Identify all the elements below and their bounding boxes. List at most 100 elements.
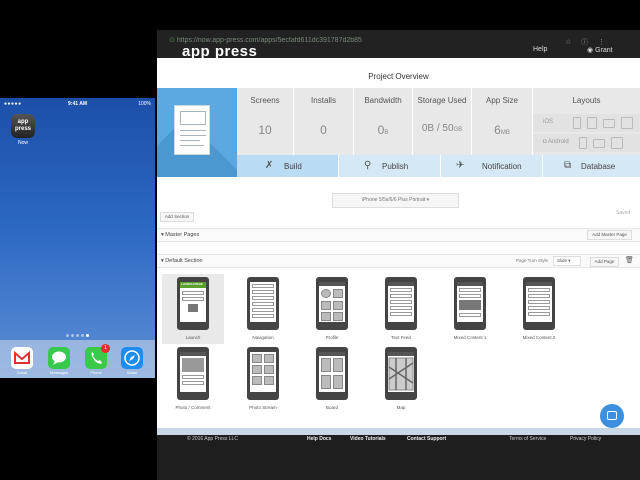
wrench-icon: ✗ <box>265 160 274 171</box>
tab-notification[interactable]: ✈ Notification <box>441 155 542 177</box>
dock-label-safari: Safari <box>126 370 138 375</box>
saved-indicator: Saved <box>616 210 631 216</box>
phone-badge: 1 <box>101 344 110 353</box>
tab-label: Database <box>581 162 616 171</box>
privacy-link[interactable]: Privacy Policy <box>570 436 601 442</box>
stat-label: Storage Used <box>417 96 467 105</box>
screen-card-mixed-content-1[interactable]: Mixed Content 1 <box>439 274 501 344</box>
dock-label-messages: Messages <box>49 370 69 375</box>
stat-value: 0B <box>377 123 389 137</box>
copyright: © 2016 App Press LLC <box>187 436 238 442</box>
help-link[interactable]: Help <box>533 46 547 53</box>
layouts-label: Layouts <box>572 96 601 105</box>
avatar: ◉ <box>587 47 596 54</box>
section-name: ▾ Default Section <box>161 258 203 264</box>
screen-card-board[interactable]: Board <box>301 344 363 414</box>
terms-link[interactable]: Terms of Service <box>509 436 546 442</box>
tab-label: Build <box>284 162 302 171</box>
screen-caption: Photo Stream <box>249 405 277 410</box>
apple-icon: iOS <box>543 119 554 125</box>
user-menu[interactable]: ◉ Grant <box>587 46 613 54</box>
stat-value: 6MB <box>494 123 510 137</box>
stat-screens: Screens 10 <box>237 88 293 155</box>
stat-label: App Size <box>485 96 519 105</box>
stat-value: 0 <box>320 123 327 137</box>
stat-storage-used: Storage Used 0B / 50GB <box>413 88 471 155</box>
trash-icon[interactable]: 🗑 <box>625 256 634 264</box>
database-icon: ⧉ <box>564 160 572 171</box>
tab-build[interactable]: ✗ Build <box>237 155 338 177</box>
screen-card-launch[interactable]: LAUNCH PAGE Launch <box>162 274 224 344</box>
page-turn-label: Page Turn Style <box>516 258 549 263</box>
gmail-icon[interactable] <box>11 347 33 369</box>
battery-indicator: 100% <box>138 101 151 107</box>
screen-caption: Mixed Content 2 <box>522 335 556 340</box>
paper-plane-icon: ✈ <box>456 160 465 171</box>
app-press-app-icon[interactable]: app press <box>11 114 35 138</box>
screen-caption: Launch <box>185 335 201 340</box>
layout-row-android[interactable]: ◘ Android <box>533 134 640 152</box>
satellite-icon: ⚲ <box>364 160 372 171</box>
dock-label-phone: Phone <box>90 370 102 375</box>
screen-card-navigation[interactable]: Navigation <box>232 274 294 344</box>
screen-caption: Photo / Comment <box>175 405 211 410</box>
tab-publish[interactable]: ⚲ Publish <box>339 155 440 177</box>
screen-card-photo-comment[interactable]: Photo / Comment <box>162 344 224 414</box>
screen-caption: Mixed Content 1 <box>453 335 487 340</box>
stat-value: 10 <box>258 123 272 137</box>
add-page-button[interactable]: Add Page <box>590 257 619 267</box>
project-thumbnail <box>157 88 237 177</box>
default-section-bar[interactable]: ▾ Default Section Page Turn Style Slide … <box>157 254 640 268</box>
layouts-panel: Layouts iOS ◘ Android <box>533 88 640 155</box>
tab-label: Publish <box>382 162 409 171</box>
screen-card-mixed-content-2[interactable]: Mixed Content 2 <box>508 274 570 344</box>
screen-caption: Text Feed <box>391 335 411 340</box>
messages-icon[interactable] <box>48 347 70 369</box>
stat-label: Installs <box>311 96 336 105</box>
section-name: ▾ Master Pages <box>161 232 200 238</box>
help-docs-link[interactable]: Help Docs <box>307 436 331 442</box>
stat-label: Screens <box>250 96 280 105</box>
contact-support-link[interactable]: Contact Support <box>407 436 446 442</box>
page-indicator <box>0 334 155 337</box>
app-icon-text: app press <box>14 119 31 132</box>
device-select[interactable]: iPhone 5/5s/6/6 Plus Portrait ▾ <box>332 193 459 208</box>
page-turn-select[interactable]: Slide ▾ <box>553 256 581 266</box>
iphone-simulator: ●●●●● 9:41 AM 100% app press Now Gmail M… <box>0 98 155 378</box>
screen-caption: Map <box>396 405 406 410</box>
dock-label-gmail: Gmail <box>16 370 28 375</box>
master-pages-bar[interactable]: ▾ Master Pages Add Master Page <box>157 228 640 242</box>
stat-installs: Installs 0 <box>294 88 353 155</box>
chat-button[interactable] <box>600 404 624 428</box>
phone-icon[interactable]: 1 <box>85 344 110 369</box>
screen-caption: Profile <box>325 335 339 340</box>
document-icon <box>174 105 210 155</box>
safari-icon[interactable] <box>121 347 143 369</box>
stat-value: 0B / 50GB <box>421 123 463 134</box>
screen-card-text-feed[interactable]: Text Feed <box>370 274 432 344</box>
screen-card-profile[interactable]: Profile <box>301 274 363 344</box>
screen-card-photo-stream[interactable]: Photo Stream <box>232 344 294 414</box>
screen-card-map[interactable]: Map <box>370 344 432 414</box>
user-name: Grant <box>595 47 613 54</box>
status-time: 9:41 AM <box>68 101 87 107</box>
app-header: ⊙ https://now.app-press.com/apps/5ecfafd… <box>157 30 640 60</box>
app-icon-label: Now <box>17 140 28 146</box>
tab-label: Notification <box>482 162 522 171</box>
stat-label: Bandwidth <box>364 96 402 105</box>
layout-row-ios[interactable]: iOS <box>533 114 640 132</box>
stat-app-size: App Size 6MB <box>472 88 532 155</box>
browser-window: ⊙ https://now.app-press.com/apps/5ecfafd… <box>157 30 640 480</box>
desktop: ●●●●● 9:41 AM 100% app press Now Gmail M… <box>0 0 640 480</box>
video-tutorials-link[interactable]: Video Tutorials <box>350 436 386 442</box>
screen-caption: Navigation <box>252 335 274 340</box>
add-section-button[interactable]: Add Section <box>160 212 194 222</box>
android-icon: ◘ Android <box>543 139 569 145</box>
brand-logo[interactable]: app press <box>182 43 257 60</box>
add-master-page-button[interactable]: Add Master Page <box>587 230 632 240</box>
footer: © 2016 App Press LLC Help Docs Video Tut… <box>157 428 640 480</box>
page-title: Project Overview <box>368 72 429 81</box>
stat-bandwidth: Bandwidth 0B <box>354 88 412 155</box>
tab-database[interactable]: ⧉ Database <box>543 155 640 177</box>
dock: Gmail Messages 1 Phone Safari <box>0 340 155 378</box>
